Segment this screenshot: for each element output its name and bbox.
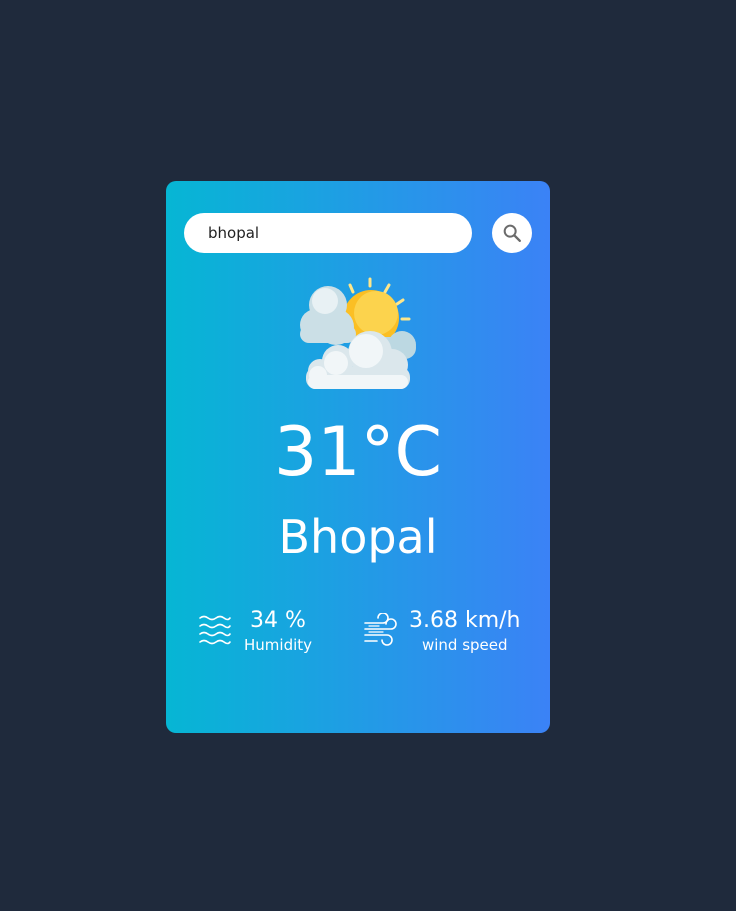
city-name: Bhopal (278, 510, 438, 564)
wind-value: 3.68 km/h (409, 608, 521, 633)
humidity-stat: 34 % Humidity (198, 607, 312, 654)
wind-icon (364, 612, 397, 646)
wind-label: wind speed (421, 636, 508, 654)
weather-card: 31°C Bhopal 34 % Humidity (166, 181, 550, 733)
search-button[interactable] (492, 213, 532, 253)
humidity-value: 34 % (250, 608, 306, 633)
search-icon (503, 224, 521, 242)
humidity-label: Humidity (244, 636, 313, 654)
wind-stat: 3.68 km/h wind speed (363, 607, 521, 654)
humidity-icon (199, 615, 231, 644)
temperature: 31°C (273, 413, 442, 492)
search-input[interactable] (184, 213, 472, 253)
partly-cloudy-sun-icon (300, 277, 416, 389)
